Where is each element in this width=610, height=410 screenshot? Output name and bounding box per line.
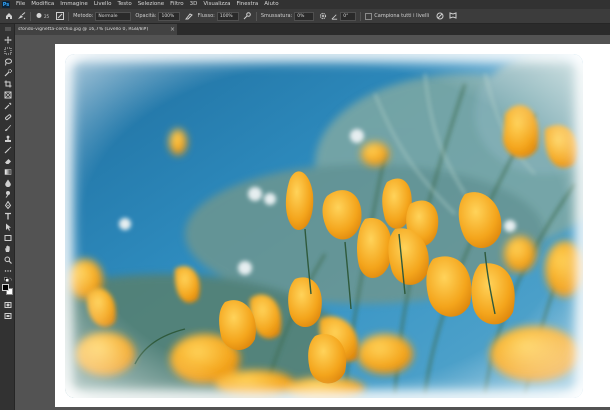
document-tab[interactable]: sfondo-vignetta-cerchio.jpg @ 16,7% (Liv… bbox=[15, 24, 177, 35]
separator bbox=[68, 11, 70, 21]
menu-livello[interactable]: Livello bbox=[91, 0, 115, 9]
history-brush-tool-icon[interactable] bbox=[3, 145, 12, 154]
photo-poppies-vignette bbox=[65, 54, 583, 398]
canvas-workspace[interactable] bbox=[15, 35, 610, 410]
separator bbox=[255, 11, 257, 21]
brush-tip-icon bbox=[36, 13, 42, 18]
path-selection-tool-icon[interactable] bbox=[3, 222, 12, 231]
sample-all-layers-label: Campiona tutti i livelli bbox=[374, 13, 430, 19]
separator bbox=[30, 11, 31, 21]
menu-immagine[interactable]: Immagine bbox=[57, 0, 91, 9]
symmetry-butterfly-icon[interactable] bbox=[448, 12, 457, 21]
menu-selezione[interactable]: Selezione bbox=[135, 0, 167, 9]
menu-filtro[interactable]: Filtro bbox=[167, 0, 186, 9]
lasso-tool-icon[interactable] bbox=[3, 57, 12, 66]
eraser-tool-icon[interactable] bbox=[3, 156, 12, 165]
menu-bar: Ps File Modifica Immagine Livello Testo … bbox=[0, 0, 610, 9]
sample-all-layers-checkbox[interactable] bbox=[365, 12, 373, 20]
angle-icon bbox=[331, 13, 338, 20]
document-tab-title: sfondo-vignetta-cerchio.jpg @ 16,7% (Liv… bbox=[18, 27, 149, 32]
brush-settings-panel-icon[interactable] bbox=[55, 12, 64, 21]
tools-panel bbox=[0, 24, 15, 410]
flow-label: Flusso: bbox=[197, 13, 215, 19]
menu-visualizza[interactable]: Visualizza bbox=[200, 0, 233, 9]
foreground-color-swatch[interactable] bbox=[2, 284, 9, 291]
default-colors-icon[interactable] bbox=[3, 277, 12, 282]
sample-all-layers-control[interactable]: Campiona tutti i livelli bbox=[365, 12, 431, 20]
menu-modifica[interactable]: Modifica bbox=[28, 0, 57, 9]
gradient-tool-icon[interactable] bbox=[3, 167, 12, 176]
menu-3d[interactable]: 3D bbox=[187, 0, 201, 9]
menu-testo[interactable]: Testo bbox=[114, 0, 134, 9]
brush-size-picker[interactable]: 25 bbox=[35, 12, 51, 20]
airbrush-icon[interactable] bbox=[243, 12, 252, 21]
smoothing-field[interactable]: 0% bbox=[294, 11, 315, 21]
type-tool-icon[interactable] bbox=[3, 211, 12, 220]
home-icon[interactable] bbox=[4, 12, 13, 21]
mode-control: Metodo: Normale bbox=[73, 11, 132, 21]
screen-mode-icon[interactable] bbox=[3, 311, 12, 320]
pressure-opacity-icon[interactable] bbox=[184, 12, 193, 21]
crop-tool-icon[interactable] bbox=[3, 79, 12, 88]
menu-file[interactable]: File bbox=[13, 0, 28, 9]
separator bbox=[360, 11, 362, 21]
quick-selection-tool-icon[interactable] bbox=[3, 68, 12, 77]
frame-tool-icon[interactable] bbox=[3, 90, 12, 99]
tools-collapse-icon[interactable] bbox=[3, 27, 12, 31]
flow-control: Flusso: 100% bbox=[197, 11, 239, 21]
zoom-tool-icon[interactable] bbox=[3, 255, 12, 264]
smoothing-control: Smussatura: 0% bbox=[260, 11, 315, 21]
opacity-control: Opacità: 100% bbox=[135, 11, 181, 21]
smoothing-label: Smussatura: bbox=[260, 13, 293, 19]
more-tools-icon[interactable] bbox=[3, 266, 12, 275]
pen-tool-icon[interactable] bbox=[3, 200, 12, 209]
angle-control: 0° bbox=[331, 11, 357, 21]
photoshop-logo[interactable]: Ps bbox=[2, 1, 10, 8]
opacity-label: Opacità: bbox=[135, 13, 157, 19]
opacity-field[interactable]: 100% bbox=[158, 11, 181, 21]
quick-mask-icon[interactable] bbox=[3, 300, 12, 309]
healing-brush-tool-icon[interactable] bbox=[3, 112, 12, 121]
brush-tool-icon[interactable] bbox=[3, 123, 12, 132]
options-bar: 25 Metodo: Normale Opacità: 100% Flusso:… bbox=[0, 9, 610, 24]
eyedropper-tool-icon[interactable] bbox=[3, 101, 12, 110]
brush-tool-preset-icon[interactable] bbox=[17, 12, 26, 21]
mode-label: Metodo: bbox=[73, 13, 94, 19]
menu-aiuto[interactable]: Aiuto bbox=[261, 0, 281, 9]
close-icon[interactable]: × bbox=[170, 26, 175, 33]
brush-size-value: 25 bbox=[44, 13, 50, 19]
mode-dropdown[interactable]: Normale bbox=[95, 11, 132, 21]
clone-stamp-tool-icon[interactable] bbox=[3, 134, 12, 143]
rectangle-tool-icon[interactable] bbox=[3, 233, 12, 242]
move-tool-icon[interactable] bbox=[3, 35, 12, 44]
document-tab-bar: sfondo-vignetta-cerchio.jpg @ 16,7% (Liv… bbox=[15, 24, 610, 35]
pressure-size-icon[interactable] bbox=[435, 12, 444, 21]
dodge-tool-icon[interactable] bbox=[3, 189, 12, 198]
marquee-tool-icon[interactable] bbox=[3, 46, 12, 55]
hand-tool-icon[interactable] bbox=[3, 244, 12, 253]
menu-finestra[interactable]: Finestra bbox=[233, 0, 261, 9]
angle-field[interactable]: 0° bbox=[340, 11, 357, 21]
flow-field[interactable]: 100% bbox=[216, 11, 239, 21]
document-canvas[interactable] bbox=[55, 44, 610, 407]
smoothing-options-gear-icon[interactable] bbox=[318, 12, 327, 21]
blur-tool-icon[interactable] bbox=[3, 178, 12, 187]
